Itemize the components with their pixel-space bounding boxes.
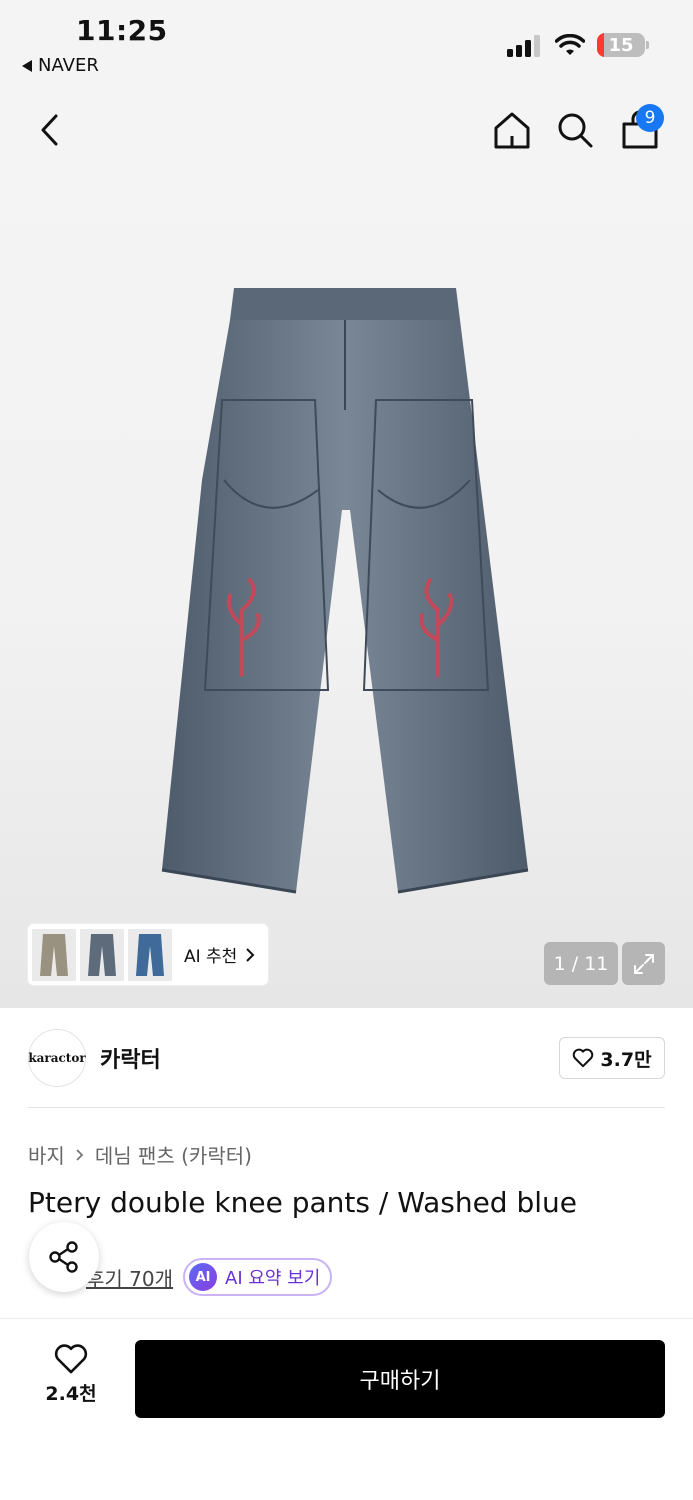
ai-recommend-link[interactable]: AI 추천 [184,942,255,967]
image-page-indicator: 1 / 11 [544,942,618,985]
brand-logo-text: karactor [28,1051,86,1065]
cart-count-badge: 9 [636,104,664,132]
expand-image-button[interactable] [622,942,665,985]
battery-percent: 15 [608,34,634,56]
battery-fill [597,33,605,57]
breadcrumb-item-category[interactable]: 바지 [28,1140,65,1169]
chevron-right-icon [76,1148,84,1161]
status-time: 11:25 [76,14,168,47]
product-title: Ptery double knee pants / Washed blue [28,1186,578,1219]
share-button[interactable] [29,1222,99,1292]
brand-like-button[interactable]: 3.7만 [559,1037,665,1079]
back-app-label: NAVER [38,55,99,76]
home-icon[interactable] [493,110,531,150]
back-icon[interactable] [34,112,66,148]
breadcrumb: 바지 데님 팬츠 (카락터) [28,1140,252,1169]
ai-summary-label: AI 요약 보기 [225,1268,321,1289]
brand-name[interactable]: 카락터 [100,1042,161,1074]
heart-outline-icon [573,1048,594,1068]
thumbnail-beige-jeans[interactable] [32,928,76,981]
search-icon[interactable] [556,110,594,150]
wifi-icon [555,34,585,55]
ai-recommend-strip[interactable]: AI 추천 [28,924,268,985]
expand-icon [633,953,654,974]
brand-logo[interactable]: karactor [28,1029,86,1087]
brand-like-count: 3.7만 [600,1048,652,1071]
bottom-bar-divider [0,1318,693,1319]
jeans-thumb-icon [88,933,116,976]
cellular-signal-icon [507,35,540,57]
wishlist-button[interactable]: 2.4천 [38,1343,104,1406]
battery-indicator: 15 [597,33,645,57]
back-triangle-icon [22,59,32,72]
product-image-jeans[interactable] [150,280,550,910]
back-to-app-link[interactable]: NAVER [22,55,99,76]
divider [28,1107,665,1108]
ai-recommend-label: AI 추천 [184,947,238,967]
chevron-right-icon [246,947,255,962]
jeans-thumb-icon [40,933,68,976]
breadcrumb-item-subcategory[interactable]: 데님 팬츠 (카락터) [95,1140,252,1169]
buy-button[interactable]: 구매하기 [135,1340,665,1418]
thumbnail-blue-jeans[interactable] [128,928,172,981]
ai-badge-icon: AI [189,1263,218,1291]
battery-tip [646,41,649,49]
thumbnail-gray-jeans[interactable] [80,928,124,981]
heart-outline-icon [54,1344,88,1374]
jeans-thumb-icon [136,933,164,976]
share-icon [49,1241,78,1273]
wishlist-count: 2.4천 [45,1383,97,1405]
ai-summary-button[interactable]: AI AI 요약 보기 [183,1258,333,1296]
product-hero: 11:25 NAVER 15 9 AI 추천 1 / 11 [0,0,693,1008]
